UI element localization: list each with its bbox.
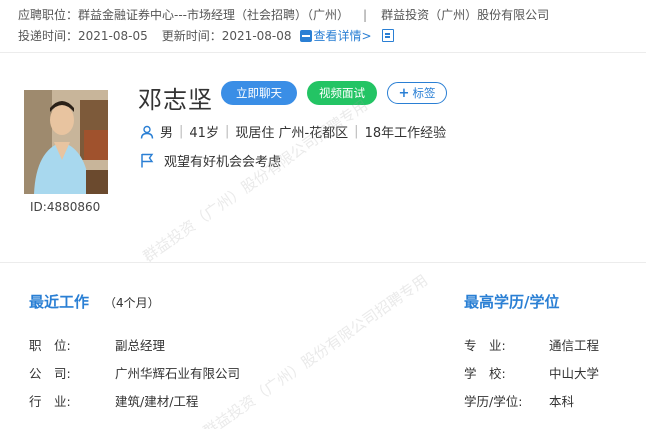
person-icon bbox=[140, 125, 154, 139]
dates-row: 投递时间： 2021-08-05 更新时间： 2021-08-08 查看详情> bbox=[18, 27, 394, 44]
application-info-row: 应聘职位：群益金融证券中心---市场经理（社会招聘）（广州） | 群益投资（广州）股… bbox=[18, 6, 549, 23]
age: 41岁 bbox=[189, 126, 219, 141]
edu-degree-value: 本科 bbox=[549, 394, 575, 409]
add-tag-button[interactable]: + 标签 bbox=[387, 82, 447, 104]
application-header: 应聘职位：群益金融证券中心---市场经理（社会招聘）（广州） | 群益投资（广州）股… bbox=[0, 0, 646, 53]
update-date: 2021-08-08 bbox=[221, 28, 292, 43]
edu-major-value: 通信工程 bbox=[549, 338, 600, 353]
view-details-label: 查看详情> bbox=[313, 29, 372, 43]
job-intent-line: 观望有好机会会考虑 bbox=[140, 151, 281, 170]
avatar bbox=[24, 90, 108, 194]
add-tag-label: 标签 bbox=[412, 86, 436, 100]
header-separator: | bbox=[363, 8, 368, 22]
work-company-label: 公 司: bbox=[29, 366, 71, 381]
deliver-date: 2021-08-05 bbox=[78, 28, 148, 43]
resume-book-icon[interactable] bbox=[381, 29, 394, 42]
company-name: 群益投资（广州）股份有限公司 bbox=[381, 8, 550, 22]
view-details-link[interactable]: 查看详情> bbox=[299, 27, 372, 44]
work-industry-value: 建筑/建材/工程 bbox=[115, 394, 199, 409]
apply-label: 应聘职位： bbox=[18, 8, 79, 22]
work-education-section: 最近工作 （4个月） 最高学历/学位 职 位: 副总经理 公 司: 广州华辉石业… bbox=[0, 263, 646, 429]
work-industry-label: 行 业: bbox=[29, 394, 71, 409]
chat-now-button[interactable]: 立即聊天 bbox=[221, 81, 297, 105]
recent-work-duration: （4个月） bbox=[104, 296, 160, 310]
update-label: 更新时间： bbox=[161, 29, 222, 43]
experience: 18年工作经验 bbox=[364, 126, 447, 141]
edu-major-label: 专 业: bbox=[464, 338, 506, 353]
work-position-value: 副总经理 bbox=[115, 338, 166, 353]
edu-school-value: 中山大学 bbox=[549, 366, 600, 381]
basic-info-line: 男 | 41岁 | 现居住 广州-花都区 | 18年工作经验 bbox=[140, 122, 446, 141]
work-company-value: 广州华辉石业有限公司 bbox=[115, 366, 241, 381]
deliver-label: 投递时间： bbox=[18, 29, 79, 43]
apply-position: 群益金融证券中心---市场经理（社会招聘）（广州） bbox=[78, 8, 350, 22]
edu-degree-label: 学历/学位: bbox=[464, 394, 523, 409]
detail-icon bbox=[299, 29, 312, 42]
edu-school-label: 学 校: bbox=[464, 366, 506, 381]
plus-icon: + bbox=[398, 85, 410, 101]
video-interview-button[interactable]: 视频面试 bbox=[307, 81, 377, 105]
gender: 男 bbox=[160, 126, 174, 141]
recent-work-title: 最近工作 bbox=[29, 293, 90, 311]
candidate-id: ID:4880860 bbox=[30, 200, 101, 214]
residence: 现居住 广州-花都区 bbox=[235, 126, 349, 141]
education-title: 最高学历/学位 bbox=[464, 293, 560, 311]
candidate-name: 邓志坚 bbox=[138, 86, 213, 114]
candidate-profile: ID:4880860 邓志坚 立即聊天 视频面试 + 标签 男 | 41岁 | … bbox=[0, 54, 646, 264]
flag-icon bbox=[141, 153, 154, 168]
work-position-label: 职 位: bbox=[29, 338, 71, 353]
avatar-photo bbox=[24, 90, 108, 194]
job-intent: 观望有好机会会考虑 bbox=[164, 155, 282, 170]
